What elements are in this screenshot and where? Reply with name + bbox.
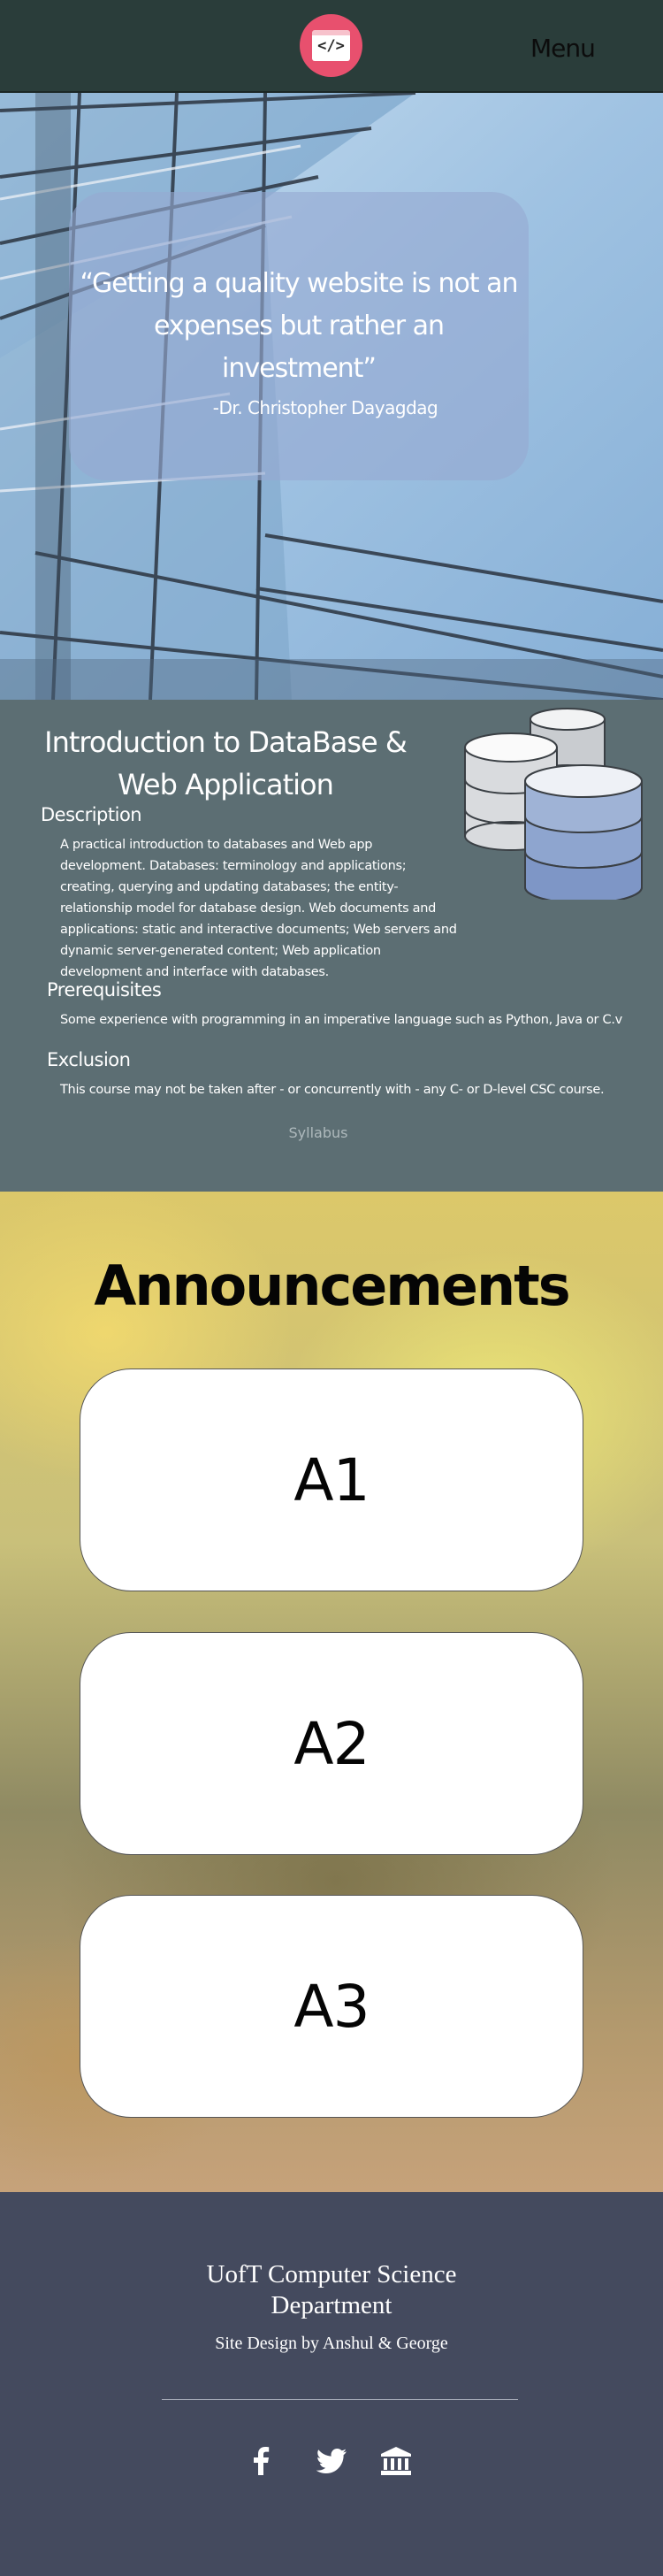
description-heading: Description	[41, 804, 142, 825]
logo-code-glyph: </>	[317, 37, 345, 55]
hero-section: “Getting a quality website is not an exp…	[0, 93, 663, 700]
description-text: A practical introduction to databases an…	[60, 838, 457, 979]
hero-quote: “Getting a quality website is not an exp…	[80, 268, 518, 384]
syllabus-link[interactable]: Syllabus	[265, 1124, 371, 1141]
course-info-section: Introduction to DataBase & Web Applicati…	[0, 700, 663, 1192]
site-logo[interactable]: </>	[300, 14, 362, 77]
institution-link[interactable]	[378, 2443, 414, 2479]
course-title: Introduction to DataBase & Web Applicati…	[44, 725, 408, 801]
exclusion-text: This course may not be taken after - or …	[60, 1083, 605, 1097]
announcement-card-a2[interactable]: A2	[80, 1632, 583, 1855]
facebook-icon	[254, 2447, 270, 2475]
announcement-label: A2	[293, 1709, 370, 1778]
footer-divider	[162, 2399, 518, 2400]
site-footer: UofT Computer Science Department Site De…	[0, 2192, 663, 2576]
announcement-card-a3[interactable]: A3	[80, 1895, 583, 2118]
footer-credit: Site Design by Anshul & George	[215, 2334, 448, 2353]
site-header: </> Menu	[0, 0, 663, 93]
quote-card: “Getting a quality website is not an exp…	[69, 192, 529, 480]
prerequisites-heading: Prerequisites	[47, 979, 162, 1000]
institution-icon	[381, 2447, 411, 2475]
announcements-title: Announcements	[94, 1254, 570, 1318]
announcement-card-a1[interactable]: A1	[80, 1368, 583, 1591]
twitter-icon	[316, 2449, 347, 2473]
announcements-section: Announcements A1 A2 A3	[0, 1192, 663, 2192]
footer-title: UofT Computer Science Department	[206, 2260, 457, 2319]
quote-author: -Dr. Christopher Dayagdag	[212, 397, 438, 418]
code-icon: </>	[312, 30, 350, 61]
prerequisites-text: Some experience with programming in an i…	[60, 1013, 622, 1027]
menu-button[interactable]: Menu	[530, 30, 610, 65]
database-icon	[464, 708, 643, 900]
facebook-link[interactable]	[243, 2443, 278, 2479]
exclusion-heading: Exclusion	[47, 1049, 131, 1070]
announcement-label: A3	[293, 1972, 370, 2041]
announcement-label: A1	[293, 1445, 370, 1514]
twitter-link[interactable]	[314, 2443, 349, 2479]
